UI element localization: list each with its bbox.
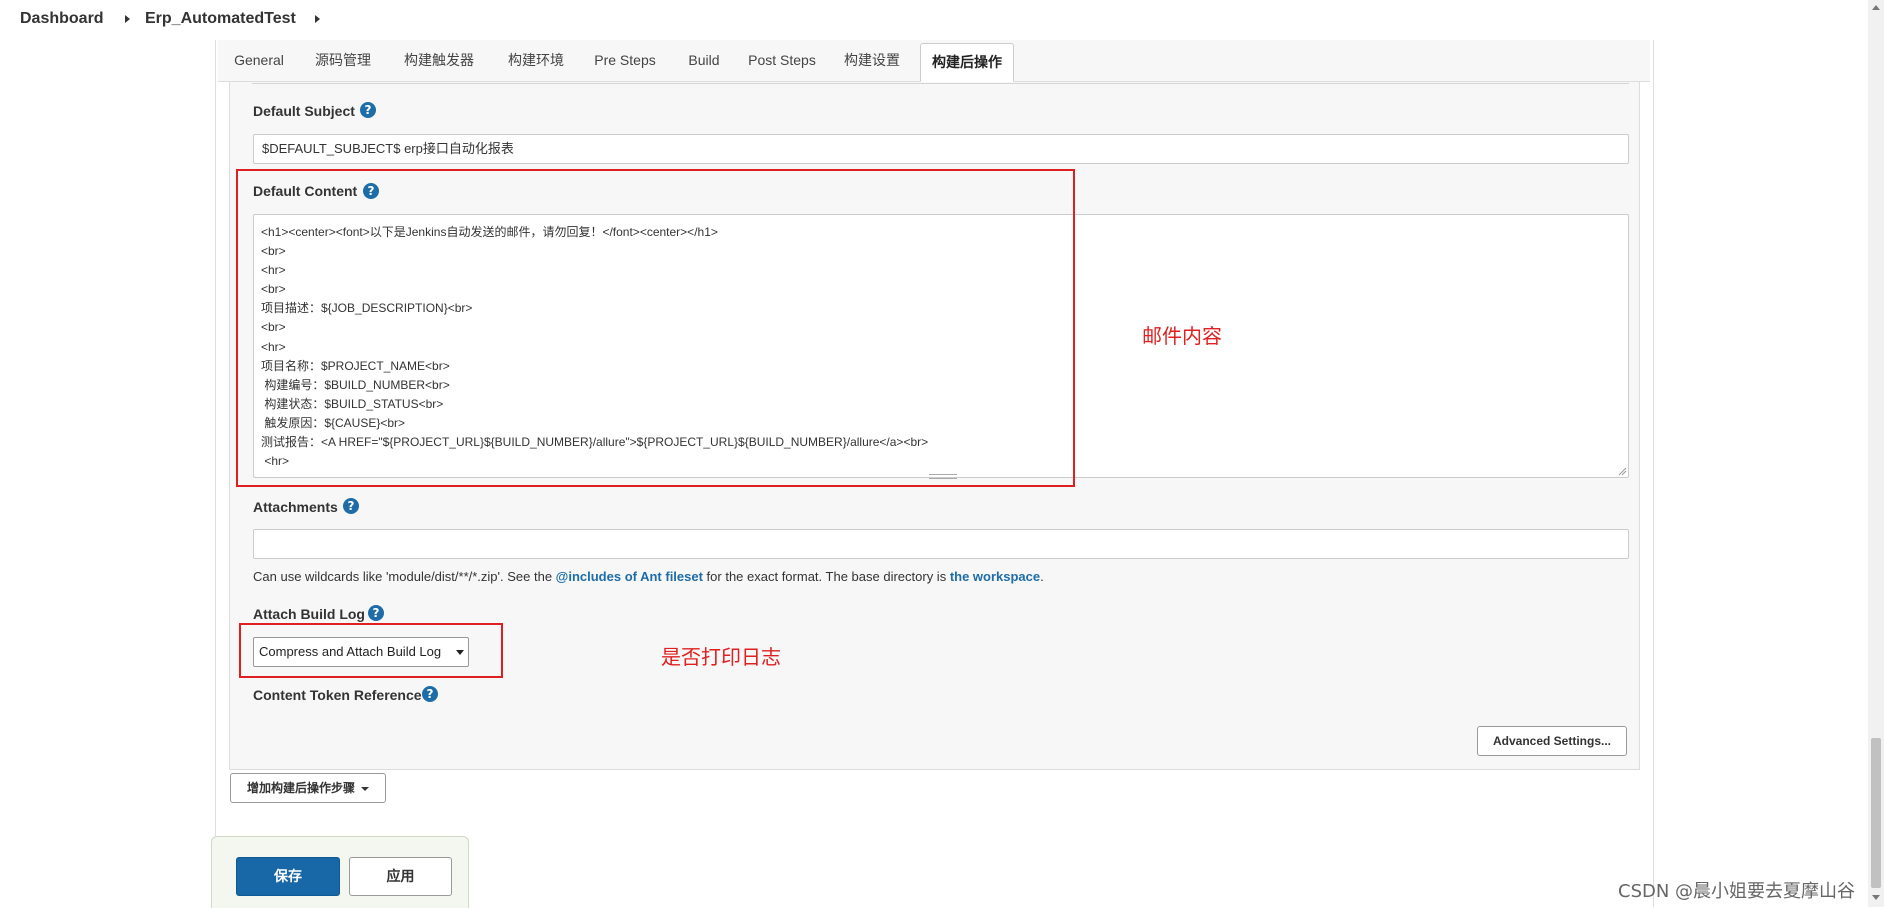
default-subject-input[interactable]: $DEFAULT_SUBJECT$ erp接口自动化报表: [253, 134, 1629, 164]
tab-post-steps[interactable]: Post Steps: [745, 40, 819, 80]
print-log-annotation: 是否打印日志: [661, 645, 781, 669]
breadcrumb-job[interactable]: Erp_AutomatedTest: [145, 10, 296, 28]
attach-build-log-label: Attach Build Log: [253, 606, 365, 622]
tab-build-settings[interactable]: 构建设置: [837, 40, 907, 80]
help-icon[interactable]: ?: [368, 605, 384, 621]
scroll-down-icon[interactable]: [1872, 895, 1880, 900]
caret-down-icon: [361, 787, 369, 791]
attachments-input[interactable]: [253, 529, 1629, 559]
tab-build-triggers[interactable]: 构建触发器: [399, 40, 479, 80]
resize-grip-icon[interactable]: [1617, 466, 1627, 476]
attachments-hint: Can use wildcards like 'module/dist/**/*…: [253, 569, 1044, 584]
tab-source-control[interactable]: 源码管理: [310, 40, 376, 80]
hint-text: .: [1040, 569, 1044, 584]
add-post-build-step-label: 增加构建后操作步骤: [246, 781, 355, 795]
ant-fileset-link[interactable]: @includes of Ant fileset: [556, 569, 703, 584]
tab-post-build-actions[interactable]: 构建后操作: [920, 43, 1014, 82]
tab-build-environment[interactable]: 构建环境: [503, 40, 569, 80]
scrollbar-thumb[interactable]: [1871, 738, 1881, 888]
save-button[interactable]: 保存: [236, 857, 340, 896]
help-icon[interactable]: ?: [422, 686, 438, 702]
advanced-settings-button[interactable]: Advanced Settings...: [1477, 726, 1627, 756]
tab-pre-steps[interactable]: Pre Steps: [590, 40, 660, 80]
help-icon[interactable]: ?: [360, 102, 376, 118]
build-log-highlight: [239, 623, 503, 678]
tab-build[interactable]: Build: [681, 40, 727, 80]
breadcrumb-chevron-icon[interactable]: [125, 15, 130, 23]
config-tab-bar: General 源码管理 构建触发器 构建环境 Pre Steps Build …: [218, 40, 1650, 82]
content-token-reference-label: Content Token Reference: [253, 687, 422, 703]
breadcrumb: Dashboard Erp_AutomatedTest: [0, 0, 1884, 40]
help-icon[interactable]: ?: [343, 498, 359, 514]
default-subject-label: Default Subject: [253, 103, 355, 119]
attachments-label: Attachments: [253, 499, 338, 515]
hint-text: Can use wildcards like 'module/dist/**/*…: [253, 569, 556, 584]
mail-content-highlight: [236, 169, 1075, 487]
tab-general[interactable]: General: [229, 40, 289, 80]
watermark: CSDN @晨小姐要去夏摩山谷: [1618, 881, 1856, 902]
add-post-build-step-button[interactable]: 增加构建后操作步骤: [230, 773, 386, 803]
breadcrumb-chevron-icon[interactable]: [315, 15, 320, 23]
scroll-up-icon[interactable]: [1872, 5, 1880, 10]
apply-button[interactable]: 应用: [349, 857, 452, 896]
mail-content-annotation: 邮件内容: [1142, 324, 1222, 348]
hint-text: for the exact format. The base directory…: [702, 569, 950, 584]
breadcrumb-dashboard[interactable]: Dashboard: [20, 10, 104, 28]
workspace-link[interactable]: the workspace: [950, 569, 1040, 584]
divider: [252, 82, 1629, 84]
